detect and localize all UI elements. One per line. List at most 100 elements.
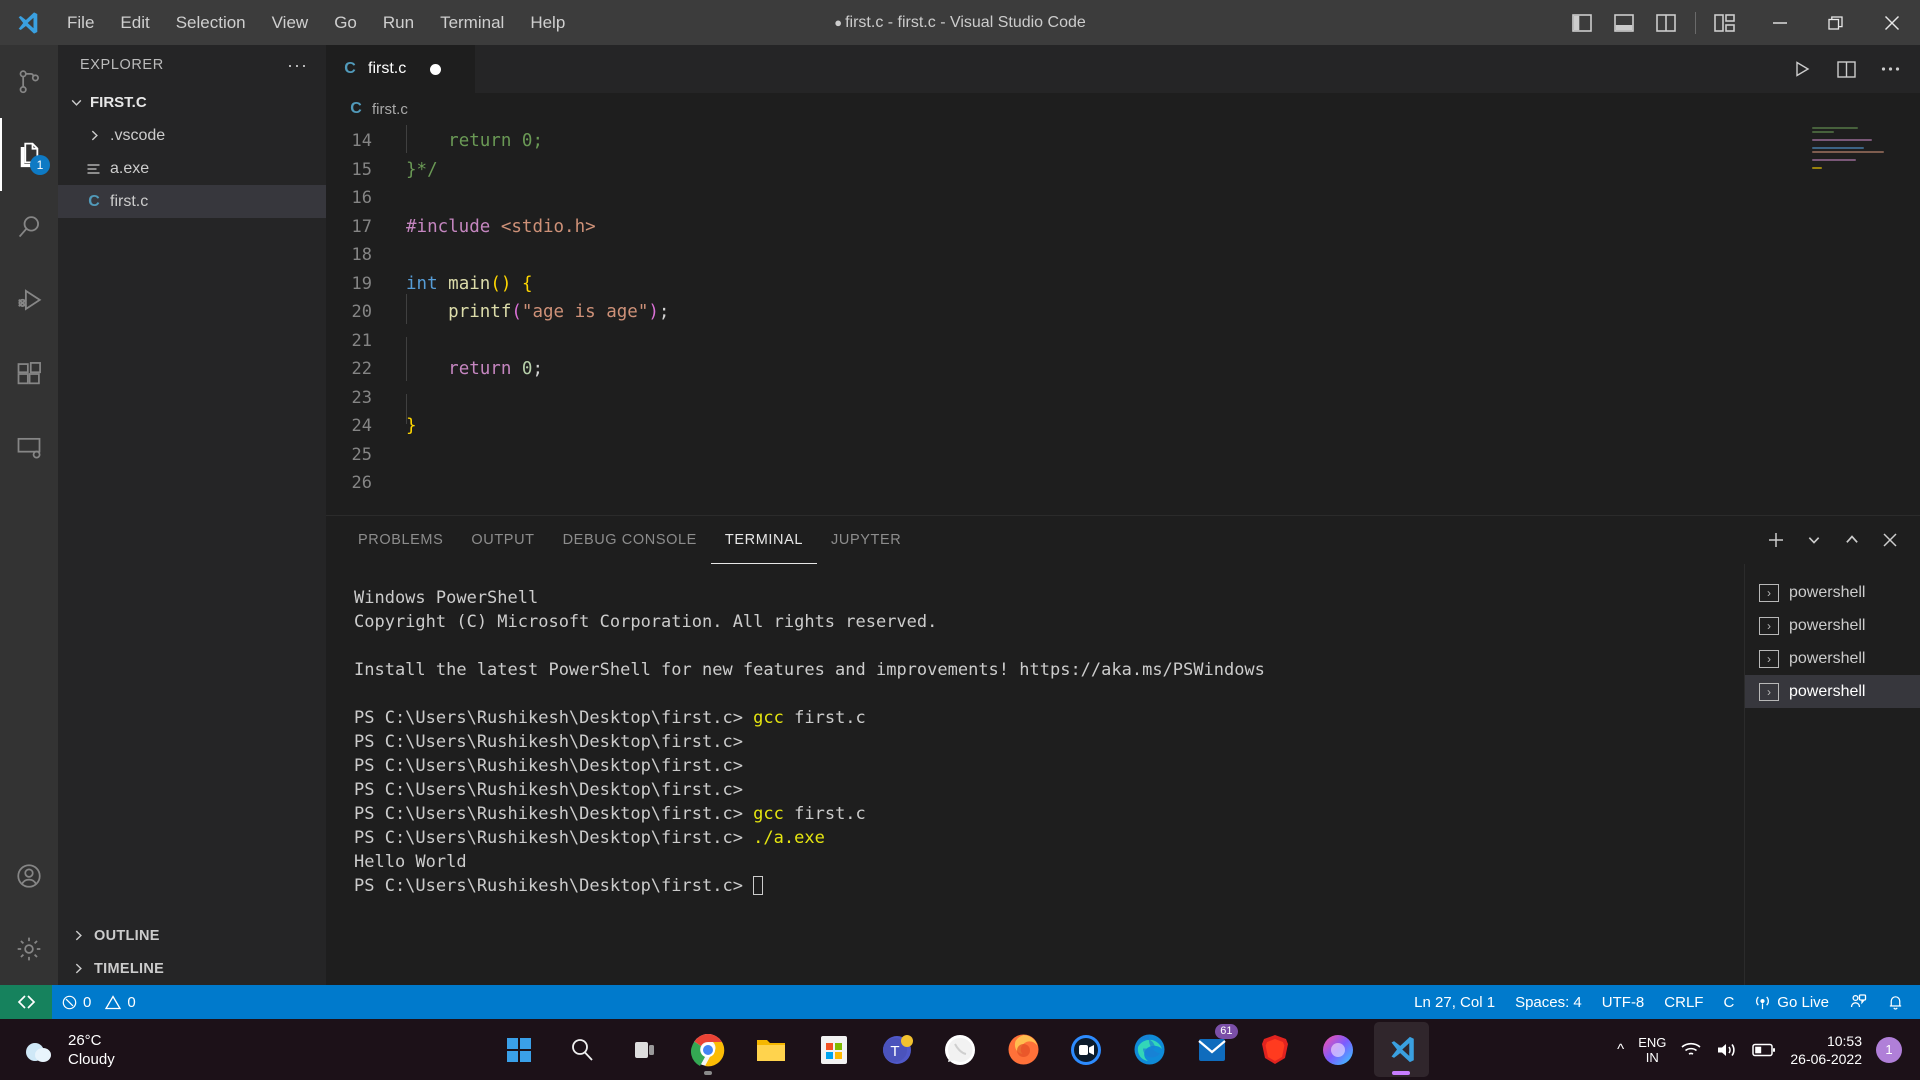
- terminal-instance-item[interactable]: › powershell: [1745, 576, 1920, 609]
- taskbar-search-button[interactable]: [555, 1022, 610, 1077]
- activitybar-item-run-and-debug[interactable]: [0, 264, 58, 337]
- tray-volume-icon[interactable]: [1716, 1041, 1738, 1059]
- title-bar-controls: [1561, 0, 1920, 45]
- taskbar-visual-studio-code[interactable]: [1373, 1022, 1429, 1077]
- editor-minimap[interactable]: [1804, 125, 1920, 185]
- activitybar-item-remote-explorer[interactable]: [0, 410, 58, 483]
- terminal-output[interactable]: Windows PowerShell Copyright (C) Microsof…: [326, 564, 1744, 985]
- status-editor-language[interactable]: C: [1713, 985, 1744, 1019]
- menu-item-help[interactable]: Help: [517, 9, 578, 37]
- taskbar-zoom[interactable]: [1059, 1022, 1114, 1077]
- taskbar-firefox[interactable]: [996, 1022, 1051, 1077]
- tray-overflow-icon[interactable]: ^: [1617, 1041, 1624, 1058]
- customize-layout-icon[interactable]: [1704, 0, 1746, 45]
- toggle-panel-icon[interactable]: [1603, 0, 1645, 45]
- tray-notification-badge[interactable]: 1: [1876, 1036, 1902, 1063]
- code-line[interactable]: 15}*/: [326, 156, 1920, 185]
- taskbar-task-view-button[interactable]: [618, 1022, 673, 1077]
- minimize-icon[interactable]: [1752, 0, 1808, 45]
- taskbar-mail[interactable]: 61: [1185, 1022, 1240, 1077]
- explorer-root-folder[interactable]: FIRST.C: [58, 85, 326, 119]
- code-line[interactable]: 25: [326, 441, 1920, 470]
- status-editor-encoding[interactable]: UTF-8: [1592, 985, 1655, 1019]
- menu-item-edit[interactable]: Edit: [107, 9, 162, 37]
- panel-tab-problems[interactable]: PROBLEMS: [344, 516, 457, 564]
- activitybar-item-extensions[interactable]: [0, 337, 58, 410]
- tray-language-indicator[interactable]: ENG IN: [1638, 1035, 1666, 1065]
- code-line[interactable]: 17 #include <stdio.h>: [326, 213, 1920, 242]
- activitybar-item-source-control[interactable]: [0, 45, 58, 118]
- status-editor-indentation[interactable]: Spaces: 4: [1505, 985, 1592, 1019]
- status-feedback-icon[interactable]: [1839, 985, 1877, 1019]
- toggle-primary-sidebar-icon[interactable]: [1561, 0, 1603, 45]
- split-editor-icon[interactable]: [1826, 49, 1866, 89]
- taskbar-microsoft-store[interactable]: [807, 1022, 862, 1077]
- menu-item-file[interactable]: File: [54, 9, 107, 37]
- close-panel-icon[interactable]: [1872, 520, 1908, 560]
- code-line[interactable]: 16: [326, 184, 1920, 213]
- menu-item-go[interactable]: Go: [321, 9, 370, 37]
- editor-more-actions-icon[interactable]: [1870, 49, 1910, 89]
- menu-item-selection[interactable]: Selection: [163, 9, 259, 37]
- panel-tab-output[interactable]: OUTPUT: [457, 516, 548, 564]
- status-editor-position[interactable]: Ln 27, Col 1: [1404, 985, 1505, 1019]
- tray-battery-icon[interactable]: [1752, 1042, 1776, 1058]
- activitybar-item-manage[interactable]: [0, 912, 58, 985]
- breadcrumb[interactable]: C first.c: [326, 93, 1920, 125]
- editor-code-area[interactable]: 14 return 0; 15}*/16 17 #include <stdio.h> 1…: [326, 125, 1920, 515]
- menu-item-terminal[interactable]: Terminal: [427, 9, 517, 37]
- status-remote-window-icon[interactable]: [0, 985, 52, 1019]
- terminal-instance-item[interactable]: › powershell: [1745, 642, 1920, 675]
- tray-clock[interactable]: 10:53 26-06-2022: [1790, 1032, 1862, 1068]
- chevron-up-icon[interactable]: [1834, 520, 1870, 560]
- sidebar-section-outline[interactable]: OUTLINE: [58, 919, 326, 952]
- code-line[interactable]: 24}: [326, 412, 1920, 441]
- status-go-live[interactable]: Go Live: [1744, 985, 1839, 1019]
- sidebar-section-timeline[interactable]: TIMELINE: [58, 952, 326, 985]
- status-problems[interactable]: 0 0: [52, 985, 146, 1019]
- taskbar-microsoft-edge[interactable]: [1122, 1022, 1177, 1077]
- taskbar-microsoft-teams[interactable]: T: [870, 1022, 925, 1077]
- menu-item-run[interactable]: Run: [370, 9, 427, 37]
- code-line[interactable]: 14 return 0;: [326, 125, 1920, 156]
- taskbar-google-chrome[interactable]: [681, 1022, 736, 1077]
- explorer-item-first-c[interactable]: C first.c: [58, 185, 326, 218]
- activitybar-item-explorer[interactable]: 1: [0, 118, 58, 191]
- panel-tab-jupyter[interactable]: JUPYTER: [817, 516, 915, 564]
- line-number: 16: [351, 188, 372, 208]
- code-line[interactable]: 21: [326, 327, 1920, 367]
- taskbar-photos[interactable]: [1311, 1022, 1366, 1077]
- tray-wifi-icon[interactable]: [1680, 1041, 1702, 1059]
- activitybar-item-search[interactable]: [0, 191, 58, 264]
- panel-tab-terminal[interactable]: TERMINAL: [711, 516, 817, 564]
- menu-item-view[interactable]: View: [259, 9, 322, 37]
- close-icon[interactable]: [1864, 0, 1920, 45]
- code-line[interactable]: 18: [326, 241, 1920, 270]
- status-editor-eol[interactable]: CRLF: [1654, 985, 1713, 1019]
- code-line[interactable]: 22 return 0;: [326, 351, 1920, 384]
- activitybar-item-accounts[interactable]: [0, 839, 58, 912]
- maximize-restore-icon[interactable]: [1808, 0, 1864, 45]
- status-notifications-bell-icon[interactable]: [1877, 985, 1914, 1019]
- code-line[interactable]: 19 int main() {: [326, 270, 1920, 299]
- taskbar-start-button[interactable]: [492, 1022, 547, 1077]
- code-line[interactable]: 20 printf("age is age");: [326, 294, 1920, 327]
- taskbar-brave[interactable]: [1248, 1022, 1303, 1077]
- run-code-icon[interactable]: [1782, 49, 1822, 89]
- taskbar-whatsapp[interactable]: [933, 1022, 988, 1077]
- code-line[interactable]: 26: [326, 469, 1920, 498]
- terminal-instance-item[interactable]: › powershell: [1745, 675, 1920, 708]
- terminal-instance-item[interactable]: › powershell: [1745, 609, 1920, 642]
- sidebar-more-actions-icon[interactable]: ···: [287, 55, 308, 76]
- explorer-item-a-exe[interactable]: a.exe: [58, 152, 326, 185]
- tab-dirty-indicator-icon[interactable]: [430, 63, 442, 75]
- toggle-secondary-sidebar-icon[interactable]: [1645, 0, 1687, 45]
- taskbar-file-explorer[interactable]: [744, 1022, 799, 1077]
- panel-tab-debug-console[interactable]: DEBUG CONSOLE: [549, 516, 711, 564]
- explorer-item-vscode[interactable]: .vscode: [58, 119, 326, 152]
- code-line[interactable]: 23: [326, 384, 1920, 424]
- chevron-down-icon[interactable]: [1796, 520, 1832, 560]
- new-terminal-icon[interactable]: [1758, 520, 1794, 560]
- editor-tab-first-c[interactable]: C first.c: [326, 45, 476, 93]
- title-bar: File Edit Selection View Go Run Terminal…: [0, 0, 1920, 45]
